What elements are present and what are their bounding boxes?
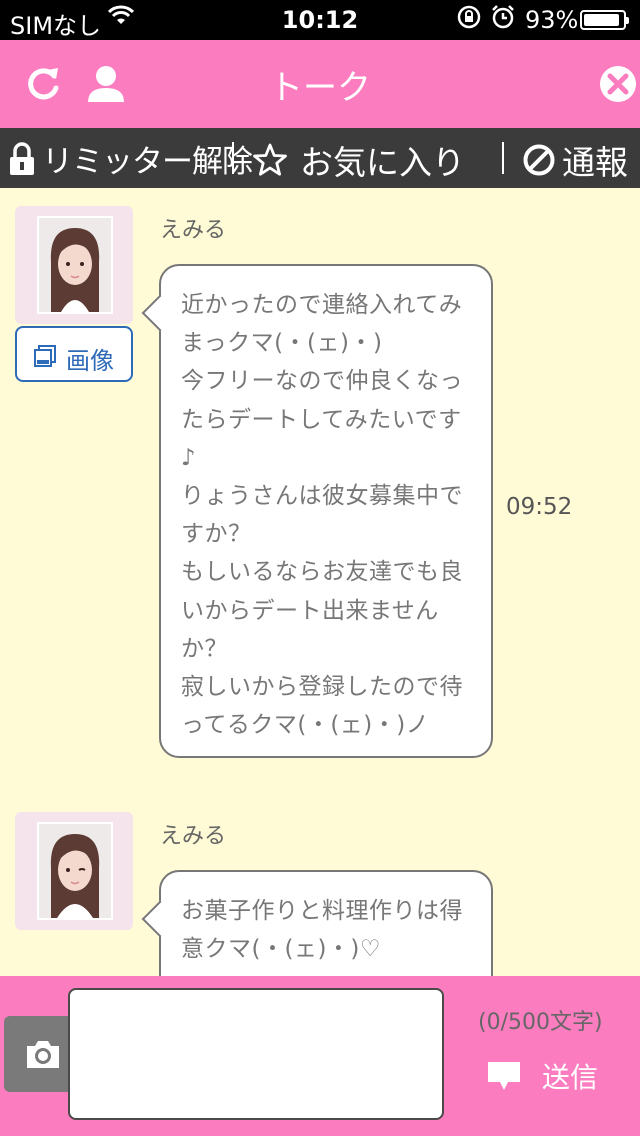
- message-line: まっクマ(・(ェ)・): [181, 330, 383, 357]
- message-line: 近かったので連絡入れてみ: [181, 292, 463, 318]
- message-line: 意クマ(・(ェ)・)♡: [181, 936, 382, 963]
- battery-percent: 93%: [525, 6, 579, 34]
- close-button[interactable]: [592, 58, 640, 110]
- gallery-icon: [33, 344, 57, 374]
- sender-name: えみる: [160, 218, 227, 243]
- message-time: 09:52: [506, 494, 573, 520]
- image-button[interactable]: 画像: [15, 326, 133, 382]
- report-label: 通報: [562, 143, 628, 182]
- character-counter: (0/500文字): [478, 1010, 603, 1035]
- message-line: すか？: [181, 521, 252, 548]
- favorite-button[interactable]: お気に入り: [252, 136, 465, 184]
- send-label: 送信: [542, 1061, 599, 1094]
- limiter-release-label: リミッター解除: [42, 144, 253, 180]
- speech-bubble-icon: [488, 1062, 520, 1090]
- message-line: ♪: [181, 444, 197, 471]
- status-bar: SIMなし 10:12 93%: [0, 0, 640, 40]
- message-line: いからデート出来ません: [181, 597, 439, 624]
- profile-photo: [39, 218, 111, 312]
- rotation-lock-icon: [456, 4, 482, 36]
- camera-icon: [27, 1041, 59, 1068]
- prohibited-icon: [523, 144, 555, 176]
- alarm-icon: [490, 4, 516, 36]
- message-line: ってるクマ(・(ェ)・)ノ: [181, 712, 430, 739]
- message-bubble: お菓子作りと料理作りは得 意クマ(・(ェ)・)♡: [141, 870, 493, 976]
- profile-photo: [39, 824, 111, 918]
- message-input[interactable]: [68, 988, 444, 1120]
- compose-bar: (0/500文字) 送信: [0, 976, 640, 1136]
- message-line: もしいるならお友達でも良: [181, 559, 463, 586]
- star-icon: [253, 143, 287, 176]
- message-line: りょうさんは彼女募集中で: [181, 483, 463, 510]
- divider: [232, 142, 234, 174]
- avatar[interactable]: [15, 812, 133, 930]
- divider: [502, 142, 504, 174]
- message-line: たらデートしてみたいです: [181, 406, 462, 433]
- battery-icon: [580, 10, 629, 30]
- report-button[interactable]: 通報: [522, 136, 628, 184]
- close-icon: [600, 66, 636, 102]
- message-line: お菓子作りと料理作りは得: [181, 898, 463, 924]
- limiter-release-button[interactable]: リミッター解除: [8, 136, 253, 181]
- app-header: トーク: [0, 40, 640, 128]
- favorite-label: お気に入り: [300, 143, 465, 182]
- message-line: 今フリーなので仲良くなっ: [181, 368, 463, 395]
- chat-area[interactable]: 画像 えみる 近かったので連絡入れてみ まっクマ(・(ェ)・) 今フリーなので仲良く…: [0, 188, 640, 976]
- page-title: トーク: [269, 68, 371, 108]
- message-line: か？: [181, 635, 228, 662]
- action-toolbar: リミッター解除 お気に入り 通報: [0, 128, 640, 188]
- message-bubble: 近かったので連絡入れてみ まっクマ(・(ェ)・) 今フリーなので仲良くなっ たらデート…: [141, 264, 493, 758]
- avatar[interactable]: [15, 206, 133, 324]
- sender-name: えみる: [160, 824, 227, 849]
- send-button[interactable]: 送信: [486, 1056, 598, 1096]
- lock-icon: [10, 141, 34, 175]
- message-line: 寂しいから登録したので待: [181, 674, 463, 701]
- image-button-label: 画像: [66, 347, 114, 375]
